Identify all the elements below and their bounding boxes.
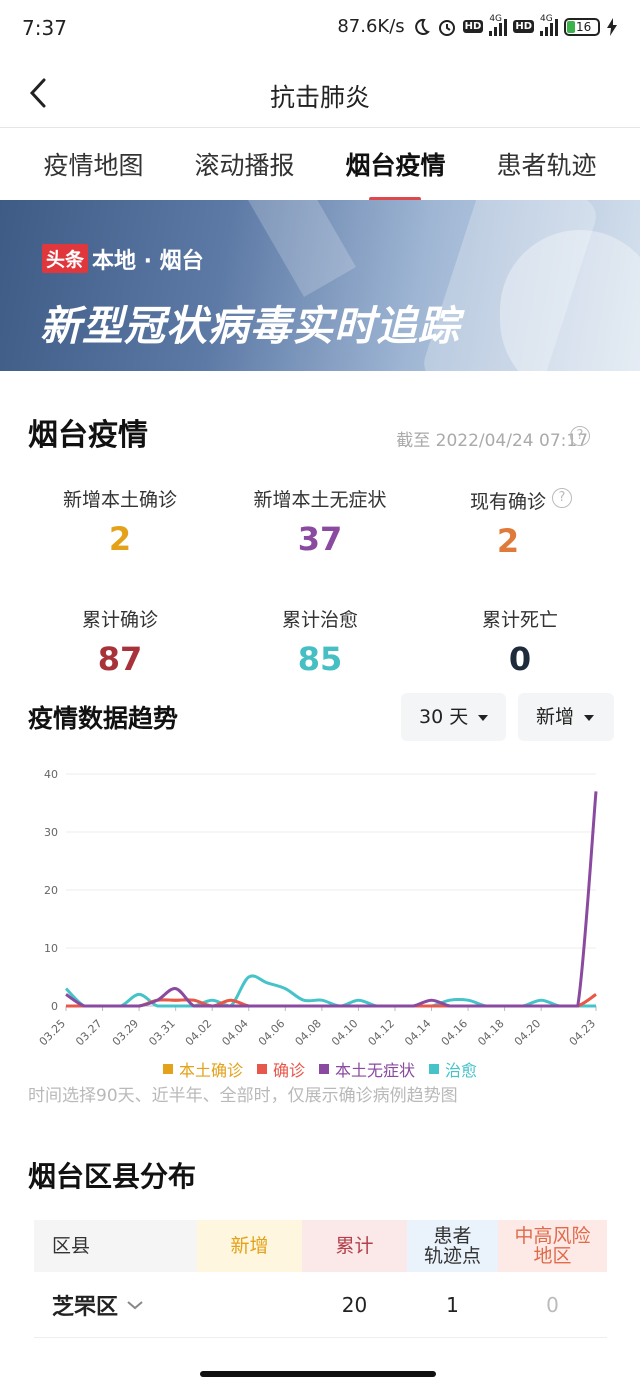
tab-bar: 疫情地图 滚动播报 烟台疫情 患者轨迹	[0, 130, 640, 200]
range-dropdown[interactable]: 30 天	[401, 693, 507, 741]
legend-item[interactable]: 本土无症状	[319, 1057, 415, 1081]
tab-epidemic-map[interactable]: 疫情地图	[43, 130, 143, 200]
signal-icon-2: 4G	[540, 14, 558, 36]
legend-swatch	[319, 1064, 329, 1074]
col-district: 区县	[34, 1220, 197, 1272]
overview-title: 烟台疫情	[28, 418, 148, 453]
legend-item[interactable]: 治愈	[429, 1057, 477, 1081]
home-indicator[interactable]	[200, 1371, 436, 1377]
status-time: 7:37	[22, 16, 67, 40]
toutiao-badge: 头条	[42, 244, 89, 273]
status-bar: 7:37 87.6K/s HD 4G HD 4G 16	[0, 0, 640, 58]
x-tick-label: 03.29	[110, 1017, 141, 1048]
x-tick-label: 04.12	[366, 1017, 397, 1048]
col-risk: 中高风险 地区	[498, 1220, 607, 1272]
legend-swatch	[429, 1064, 440, 1074]
district-name-cell: 芝罘区	[34, 1272, 197, 1337]
y-tick-label: 20	[44, 884, 58, 897]
col-total: 累计	[302, 1220, 407, 1272]
hd-icon-2: HD	[513, 20, 534, 33]
district-new	[197, 1272, 302, 1337]
tab-yantai-epidemic[interactable]: 烟台疫情	[345, 130, 445, 200]
stat-new-local-confirmed: 新增本土确诊 2	[62, 489, 177, 558]
x-tick-label: 04.04	[219, 1017, 250, 1048]
chart-legend: 本土确诊 确诊 本土无症状 治愈	[0, 1057, 640, 1081]
network-speed: 87.6K/s	[337, 16, 405, 37]
district-name: 芝罘区	[52, 1294, 119, 1320]
x-tick-label: 04.02	[183, 1017, 214, 1048]
moon-icon	[411, 17, 431, 37]
stat-current-confirmed: 现有确诊 2	[469, 491, 546, 560]
y-tick-label: 10	[44, 942, 58, 955]
banner-local: 本地 · 烟台	[92, 249, 204, 274]
chevron-down-icon[interactable]	[126, 1299, 144, 1311]
series-line-3	[64, 974, 596, 1008]
x-tick-label: 04.23	[567, 1017, 598, 1048]
banner-title: 新型冠状病毒实时追踪	[40, 302, 460, 350]
x-tick-label: 03.25	[37, 1017, 68, 1048]
x-tick-label: 04.20	[512, 1017, 543, 1048]
hd-icon: HD	[462, 20, 484, 33]
banner: 头条 本地 · 烟台 新型冠状病毒实时追踪	[0, 200, 640, 371]
legend-label: 确诊	[272, 1061, 305, 1080]
y-tick-label: 40	[44, 768, 58, 781]
tab-rolling-news[interactable]: 滚动播报	[194, 130, 294, 200]
status-icons: 87.6K/s HD 4G HD 4G 16	[337, 14, 618, 37]
charging-icon	[606, 17, 618, 37]
district-total: 20	[341, 1292, 368, 1317]
stat-new-local-asymptomatic: 新增本土无症状 37	[253, 489, 387, 558]
series-line-2	[65, 791, 598, 1008]
legend-label: 治愈	[445, 1061, 478, 1080]
legend-label: 本土无症状	[335, 1061, 416, 1080]
mode-dropdown[interactable]: 新增	[518, 693, 614, 741]
tab-patient-tracks[interactable]: 患者轨迹	[496, 130, 596, 200]
help-icon[interactable]: ?	[570, 426, 590, 446]
table-row[interactable]: 芝罘区 20 1 0	[34, 1272, 607, 1338]
district-title: 烟台区县分布	[28, 1160, 197, 1193]
x-tick-label: 03.31	[146, 1017, 177, 1048]
stat-total-cured: 累计治愈 85	[281, 609, 358, 678]
y-tick-label: 30	[44, 826, 58, 839]
x-tick-label: 04.10	[329, 1017, 360, 1048]
nav-bar: 抗击肺炎	[0, 58, 640, 128]
y-tick-label: 0	[51, 1000, 58, 1013]
battery-icon: 16	[564, 17, 600, 36]
stat-total-deaths: 累计死亡 0	[481, 609, 558, 678]
col-track: 患者 轨迹点	[407, 1220, 498, 1272]
x-tick-label: 04.14	[402, 1017, 433, 1048]
stat-total-confirmed: 累计确诊 87	[81, 609, 158, 678]
as-of-time: 截至 2022/04/24 07:17	[396, 431, 588, 451]
legend-item[interactable]: 本土确诊	[162, 1057, 243, 1081]
signal-icon: 4G	[489, 14, 508, 36]
x-tick-label: 03.27	[73, 1017, 104, 1048]
range-value: 30 天	[419, 706, 469, 728]
district-table: 区县 新增 累计 患者 轨迹点 中高风险 地区 芝罘区 20 1 0	[34, 1220, 607, 1338]
legend-swatch	[256, 1064, 267, 1074]
caret-down-icon	[478, 714, 489, 721]
page-title: 抗击肺炎	[269, 83, 370, 112]
table-header: 区县 新增 累计 患者 轨迹点 中高风险 地区	[34, 1220, 607, 1272]
district-risk: 0	[546, 1292, 559, 1317]
alarm-icon	[437, 17, 457, 37]
trend-chart: 01020304003.25 03.27 03.29 03.31 04.02 04.04 0…	[37, 768, 598, 1048]
x-tick-label: 04.16	[439, 1017, 470, 1048]
mode-value: 新增	[536, 706, 575, 728]
x-tick-label: 04.18	[475, 1017, 506, 1048]
trend-note: 时间选择90天、近半年、全部时，仅展示确诊病例趋势图	[28, 1086, 458, 1106]
help-icon-current[interactable]: ?	[552, 488, 572, 508]
legend-label: 本土确诊	[178, 1061, 243, 1080]
legend-swatch	[162, 1064, 173, 1074]
trend-title: 疫情数据趋势	[28, 704, 179, 733]
caret-down-icon	[584, 714, 595, 721]
x-tick-label: 04.08	[293, 1017, 324, 1048]
legend-item[interactable]: 确诊	[256, 1057, 305, 1081]
x-tick-label: 04.06	[256, 1017, 287, 1048]
district-track: 1	[446, 1292, 459, 1317]
col-new: 新增	[197, 1220, 302, 1272]
